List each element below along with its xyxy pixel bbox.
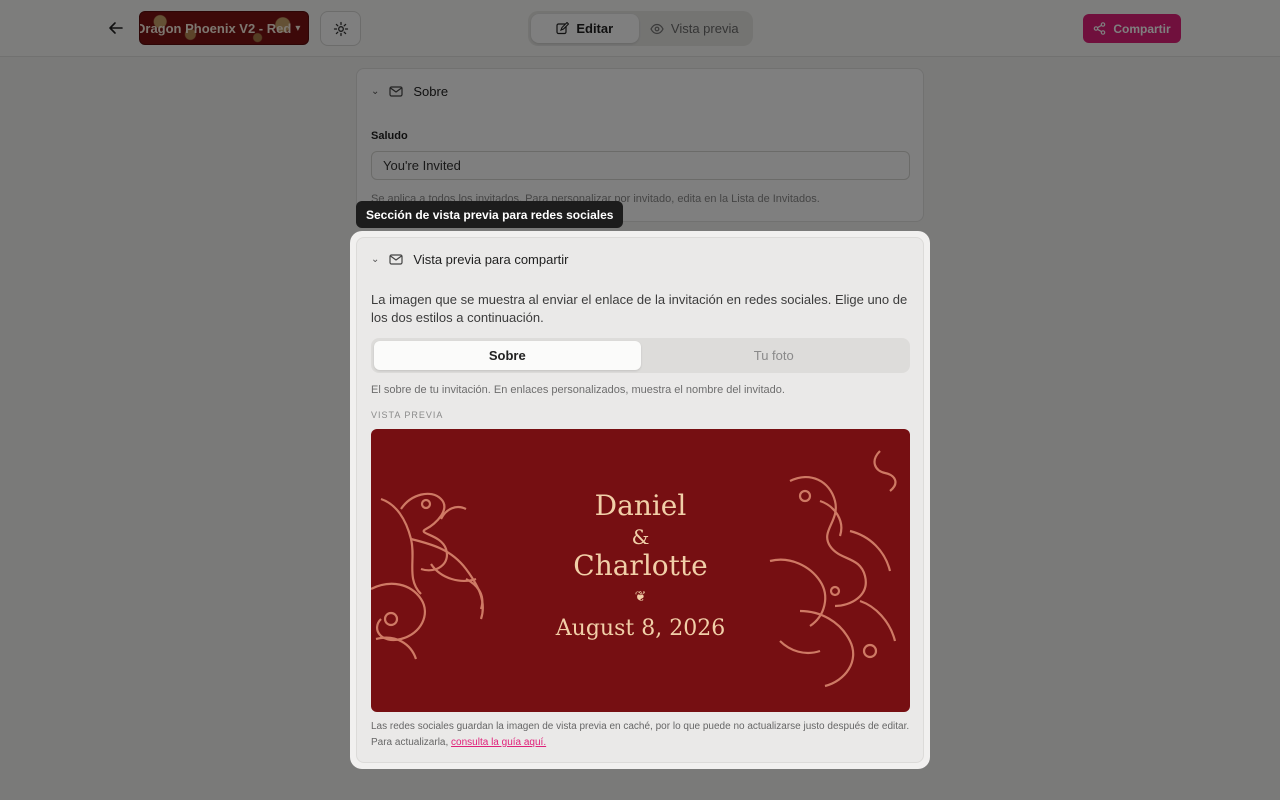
- ampersand: &: [631, 525, 650, 549]
- mail-icon: [389, 254, 403, 265]
- guide-link[interactable]: consulta la guía aquí.: [451, 737, 546, 748]
- style-option-photo[interactable]: Tu foto: [641, 341, 908, 370]
- tooltip: Sección de vista previa para redes socia…: [356, 201, 624, 228]
- event-date: August 8, 2026: [555, 616, 726, 641]
- style-option-envelope[interactable]: Sobre: [374, 341, 641, 370]
- preview-label: VISTA PREVIA: [371, 410, 444, 420]
- cache-footnote: Las redes sociales guardan la imagen de …: [371, 719, 911, 751]
- chevron-down-icon: ⌄: [371, 254, 380, 265]
- share-preview-image: Daniel & Charlotte ❦ August 8, 2026: [371, 429, 910, 712]
- share-preview-section: ⌄ Vista previa para compartir La imagen …: [356, 237, 924, 763]
- preview-style-toggle: Sobre Tu foto: [371, 338, 910, 373]
- share-preview-description: La imagen que se muestra al enviar el en…: [371, 292, 908, 325]
- couple-name-1: Daniel: [594, 489, 687, 522]
- share-preview-header[interactable]: ⌄ Vista previa para compartir: [371, 252, 569, 267]
- share-preview-title: Vista previa para compartir: [413, 252, 569, 267]
- couple-name-2: Charlotte: [573, 549, 708, 582]
- ornament: ❦: [634, 589, 647, 605]
- style-note: El sobre de tu invitación. En enlaces pe…: [371, 384, 785, 396]
